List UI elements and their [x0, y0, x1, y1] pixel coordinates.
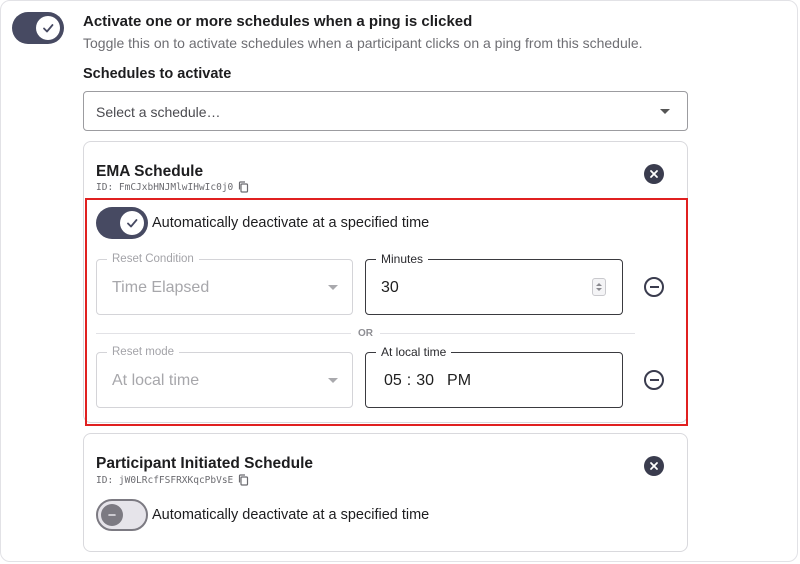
- activate-title: Activate one or more schedules when a pi…: [83, 13, 473, 30]
- highlight-box: [85, 198, 688, 426]
- schedule-id: ID: jW0LRcfFSFRXKqcPbVsE: [96, 474, 249, 486]
- schedule-select-placeholder: Select a schedule…: [96, 104, 221, 120]
- chevron-down-icon: [660, 109, 670, 114]
- schedules-to-activate-label: Schedules to activate: [83, 66, 232, 82]
- close-icon: [650, 170, 658, 178]
- schedule-id-text: ID: jW0LRcfFSFRXKqcPbVsE: [96, 474, 234, 486]
- card-title: EMA Schedule: [96, 163, 204, 180]
- activate-schedules-toggle[interactable]: [12, 12, 64, 44]
- minus-icon: [108, 514, 116, 516]
- copy-icon[interactable]: [238, 474, 249, 486]
- auto-deactivate-toggle[interactable]: [96, 499, 148, 531]
- copy-icon[interactable]: [238, 181, 249, 193]
- card-title: Participant Initiated Schedule: [96, 455, 314, 472]
- schedule-select[interactable]: Select a schedule…: [83, 91, 688, 131]
- remove-schedule-button[interactable]: [644, 164, 664, 184]
- schedule-card-participant-initiated: [83, 433, 688, 552]
- toggle-knob: [101, 504, 123, 526]
- activate-description: Toggle this on to activate schedules whe…: [83, 35, 643, 51]
- close-icon: [650, 462, 658, 470]
- auto-deactivate-label: Automatically deactivate at a specified …: [152, 507, 430, 523]
- schedule-id: ID: FmCJxbHNJMlwIHwIc0j0: [96, 181, 249, 193]
- check-icon: [43, 24, 54, 33]
- toggle-knob: [36, 16, 60, 40]
- schedule-id-text: ID: FmCJxbHNJMlwIHwIc0j0: [96, 181, 234, 193]
- remove-schedule-button[interactable]: [644, 456, 664, 476]
